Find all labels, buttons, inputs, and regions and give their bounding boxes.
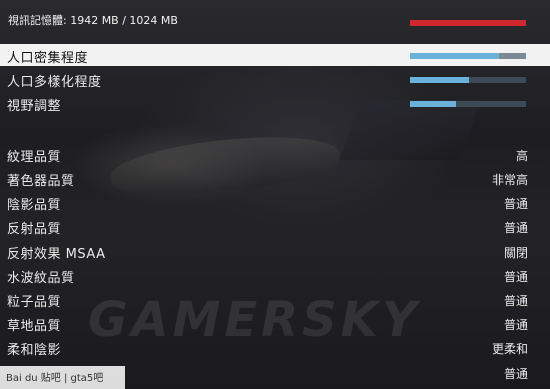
setting-value: 高 [515, 149, 528, 163]
video-memory-bar [410, 20, 526, 26]
setting-row-population-density[interactable]: 人口密集程度 [0, 44, 550, 66]
slider-fill [410, 77, 470, 83]
setting-value: 普通 [503, 221, 528, 235]
setting-row-shadow-quality[interactable]: 陰影品質 普通 [0, 191, 550, 213]
setting-row-water-quality[interactable]: 水波紋品質 普通 [0, 264, 550, 286]
setting-label: 陰影品質 [7, 198, 62, 213]
population-density-slider[interactable] [410, 53, 526, 59]
setting-row-reflection-msaa[interactable]: 反射效果 MSAA 關閉 [0, 240, 550, 262]
setting-row-population-variety[interactable]: 人口多樣化程度 [0, 68, 550, 90]
setting-row-field-of-view[interactable]: 視野調整 [0, 92, 550, 114]
slider-fill [410, 101, 457, 107]
setting-value: 關閉 [503, 246, 528, 260]
video-memory-label: 視訊記憶體: 1942 MB / 1024 MB [8, 14, 178, 27]
setting-label: 水波紋品質 [7, 271, 75, 286]
field-of-view-slider[interactable] [410, 101, 526, 107]
setting-row-shader-quality[interactable]: 著色器品質 非常高 [0, 167, 550, 189]
setting-label: 視野調整 [7, 99, 62, 114]
setting-value: 普通 [503, 270, 528, 284]
setting-value: 普通 [503, 367, 528, 381]
setting-label: 草地品質 [7, 319, 62, 334]
setting-value: 普通 [503, 294, 528, 308]
setting-label: 紋理品質 [7, 150, 62, 165]
setting-row-reflection-quality[interactable]: 反射品質 普通 [0, 215, 550, 237]
setting-label: 柔和陰影 [7, 343, 62, 358]
setting-value: 普通 [503, 318, 528, 332]
population-variety-slider[interactable] [410, 77, 526, 83]
setting-label: 反射效果 MSAA [7, 247, 106, 262]
setting-label: 著色器品質 [7, 174, 75, 189]
slider-fill [410, 53, 500, 59]
video-memory-row: 視訊記憶體: 1942 MB / 1024 MB [0, 6, 550, 30]
setting-value: 普通 [503, 197, 528, 211]
setting-label: 粒子品質 [7, 295, 62, 310]
setting-label: 人口多樣化程度 [7, 75, 102, 90]
setting-value: 更柔和 [491, 342, 528, 356]
footer-text: Bai du 贴吧 | gta5吧 [6, 373, 104, 384]
gamersky-watermark: GAMERSKY [88, 292, 421, 348]
setting-value: 非常高 [491, 173, 528, 187]
setting-row-texture-quality[interactable]: 紋理品質 高 [0, 143, 550, 165]
setting-label: 反射品質 [7, 222, 62, 237]
setting-label: 人口密集程度 [7, 51, 89, 66]
